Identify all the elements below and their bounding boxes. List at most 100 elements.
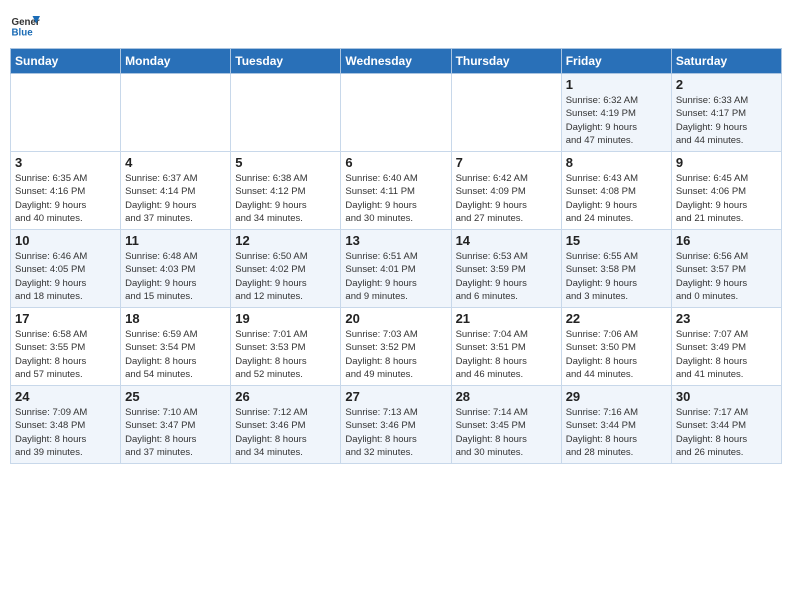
day-number: 25 bbox=[125, 389, 226, 404]
day-info: Sunrise: 6:33 AM Sunset: 4:17 PM Dayligh… bbox=[676, 94, 777, 147]
cell-3-0: 17Sunrise: 6:58 AM Sunset: 3:55 PM Dayli… bbox=[11, 308, 121, 386]
cell-3-6: 23 Sunrise: 7:07 AM Sunset: 3:49 PM Dayli… bbox=[671, 308, 781, 386]
cell-0-3 bbox=[341, 74, 451, 152]
header-tuesday: Tuesday bbox=[231, 49, 341, 74]
logo-icon: General Blue bbox=[10, 10, 40, 40]
day-info: Sunrise: 6:43 AM Sunset: 4:08 PM Dayligh… bbox=[566, 172, 667, 225]
cell-1-4: 7 Sunrise: 6:42 AM Sunset: 4:09 PM Daylig… bbox=[451, 152, 561, 230]
day-number: 22 bbox=[566, 311, 667, 326]
cell-2-2: 12 Sunrise: 6:50 AM Sunset: 4:02 PM Dayli… bbox=[231, 230, 341, 308]
day-info: Sunrise: 6:46 AM Sunset: 4:05 PM Dayligh… bbox=[15, 250, 116, 303]
cell-1-6: 9 Sunrise: 6:45 AM Sunset: 4:06 PM Daylig… bbox=[671, 152, 781, 230]
day-number: 21 bbox=[456, 311, 557, 326]
day-number: 9 bbox=[676, 155, 777, 170]
week-row-0: 1Sunrise: 6:32 AM Sunset: 4:19 PM Daylig… bbox=[11, 74, 782, 152]
day-info: Sunrise: 7:16 AM Sunset: 3:44 PM Dayligh… bbox=[566, 406, 667, 459]
day-info: Sunrise: 7:17 AM Sunset: 3:44 PM Dayligh… bbox=[676, 406, 777, 459]
day-number: 8 bbox=[566, 155, 667, 170]
day-info: Sunrise: 6:56 AM Sunset: 3:57 PM Dayligh… bbox=[676, 250, 777, 303]
day-number: 14 bbox=[456, 233, 557, 248]
cell-0-5: 1Sunrise: 6:32 AM Sunset: 4:19 PM Daylig… bbox=[561, 74, 671, 152]
header-monday: Monday bbox=[121, 49, 231, 74]
week-row-3: 17Sunrise: 6:58 AM Sunset: 3:55 PM Dayli… bbox=[11, 308, 782, 386]
day-number: 18 bbox=[125, 311, 226, 326]
svg-text:Blue: Blue bbox=[12, 28, 34, 39]
cell-4-4: 28 Sunrise: 7:14 AM Sunset: 3:45 PM Dayli… bbox=[451, 386, 561, 464]
cell-2-1: 11 Sunrise: 6:48 AM Sunset: 4:03 PM Dayli… bbox=[121, 230, 231, 308]
day-info: Sunrise: 6:45 AM Sunset: 4:06 PM Dayligh… bbox=[676, 172, 777, 225]
day-number: 12 bbox=[235, 233, 336, 248]
header-friday: Friday bbox=[561, 49, 671, 74]
day-info: Sunrise: 7:07 AM Sunset: 3:49 PM Dayligh… bbox=[676, 328, 777, 381]
cell-2-4: 14 Sunrise: 6:53 AM Sunset: 3:59 PM Dayli… bbox=[451, 230, 561, 308]
day-info: Sunrise: 7:04 AM Sunset: 3:51 PM Dayligh… bbox=[456, 328, 557, 381]
cell-3-5: 22 Sunrise: 7:06 AM Sunset: 3:50 PM Dayli… bbox=[561, 308, 671, 386]
day-info: Sunrise: 6:59 AM Sunset: 3:54 PM Dayligh… bbox=[125, 328, 226, 381]
day-info: Sunrise: 6:51 AM Sunset: 4:01 PM Dayligh… bbox=[345, 250, 446, 303]
day-number: 23 bbox=[676, 311, 777, 326]
day-info: Sunrise: 7:13 AM Sunset: 3:46 PM Dayligh… bbox=[345, 406, 446, 459]
day-number: 28 bbox=[456, 389, 557, 404]
cell-0-0 bbox=[11, 74, 121, 152]
day-number: 2 bbox=[676, 77, 777, 92]
day-info: Sunrise: 7:14 AM Sunset: 3:45 PM Dayligh… bbox=[456, 406, 557, 459]
day-number: 19 bbox=[235, 311, 336, 326]
cell-3-2: 19Sunrise: 7:01 AM Sunset: 3:53 PM Dayli… bbox=[231, 308, 341, 386]
day-number: 7 bbox=[456, 155, 557, 170]
day-number: 6 bbox=[345, 155, 446, 170]
day-info: Sunrise: 6:58 AM Sunset: 3:55 PM Dayligh… bbox=[15, 328, 116, 381]
cell-0-4 bbox=[451, 74, 561, 152]
day-number: 15 bbox=[566, 233, 667, 248]
day-info: Sunrise: 7:12 AM Sunset: 3:46 PM Dayligh… bbox=[235, 406, 336, 459]
cell-3-1: 18 Sunrise: 6:59 AM Sunset: 3:54 PM Dayli… bbox=[121, 308, 231, 386]
cell-1-0: 3Sunrise: 6:35 AM Sunset: 4:16 PM Daylig… bbox=[11, 152, 121, 230]
calendar-table: SundayMondayTuesdayWednesdayThursdayFrid… bbox=[10, 48, 782, 464]
logo: General Blue bbox=[10, 10, 40, 40]
day-info: Sunrise: 6:50 AM Sunset: 4:02 PM Dayligh… bbox=[235, 250, 336, 303]
cell-4-1: 25 Sunrise: 7:10 AM Sunset: 3:47 PM Dayli… bbox=[121, 386, 231, 464]
cell-0-1 bbox=[121, 74, 231, 152]
cell-1-3: 6 Sunrise: 6:40 AM Sunset: 4:11 PM Daylig… bbox=[341, 152, 451, 230]
day-number: 20 bbox=[345, 311, 446, 326]
day-info: Sunrise: 6:37 AM Sunset: 4:14 PM Dayligh… bbox=[125, 172, 226, 225]
cell-2-0: 10 Sunrise: 6:46 AM Sunset: 4:05 PM Dayli… bbox=[11, 230, 121, 308]
cell-3-3: 20 Sunrise: 7:03 AM Sunset: 3:52 PM Dayli… bbox=[341, 308, 451, 386]
day-info: Sunrise: 7:09 AM Sunset: 3:48 PM Dayligh… bbox=[15, 406, 116, 459]
cell-2-5: 15 Sunrise: 6:55 AM Sunset: 3:58 PM Dayli… bbox=[561, 230, 671, 308]
page: General Blue SundayMondayTuesdayWednesda… bbox=[0, 0, 792, 612]
week-row-2: 10 Sunrise: 6:46 AM Sunset: 4:05 PM Dayli… bbox=[11, 230, 782, 308]
cell-2-3: 13 Sunrise: 6:51 AM Sunset: 4:01 PM Dayli… bbox=[341, 230, 451, 308]
cell-4-0: 24 Sunrise: 7:09 AM Sunset: 3:48 PM Dayli… bbox=[11, 386, 121, 464]
day-info: Sunrise: 7:06 AM Sunset: 3:50 PM Dayligh… bbox=[566, 328, 667, 381]
day-number: 24 bbox=[15, 389, 116, 404]
header-thursday: Thursday bbox=[451, 49, 561, 74]
week-row-1: 3Sunrise: 6:35 AM Sunset: 4:16 PM Daylig… bbox=[11, 152, 782, 230]
day-info: Sunrise: 6:40 AM Sunset: 4:11 PM Dayligh… bbox=[345, 172, 446, 225]
day-info: Sunrise: 6:38 AM Sunset: 4:12 PM Dayligh… bbox=[235, 172, 336, 225]
cell-4-5: 29Sunrise: 7:16 AM Sunset: 3:44 PM Dayli… bbox=[561, 386, 671, 464]
day-info: Sunrise: 7:10 AM Sunset: 3:47 PM Dayligh… bbox=[125, 406, 226, 459]
day-info: Sunrise: 6:42 AM Sunset: 4:09 PM Dayligh… bbox=[456, 172, 557, 225]
day-info: Sunrise: 6:53 AM Sunset: 3:59 PM Dayligh… bbox=[456, 250, 557, 303]
cell-1-1: 4 Sunrise: 6:37 AM Sunset: 4:14 PM Daylig… bbox=[121, 152, 231, 230]
header-wednesday: Wednesday bbox=[341, 49, 451, 74]
cell-1-5: 8 Sunrise: 6:43 AM Sunset: 4:08 PM Daylig… bbox=[561, 152, 671, 230]
cell-4-6: 30 Sunrise: 7:17 AM Sunset: 3:44 PM Dayli… bbox=[671, 386, 781, 464]
header-row: SundayMondayTuesdayWednesdayThursdayFrid… bbox=[11, 49, 782, 74]
day-info: Sunrise: 7:03 AM Sunset: 3:52 PM Dayligh… bbox=[345, 328, 446, 381]
day-number: 10 bbox=[15, 233, 116, 248]
day-number: 30 bbox=[676, 389, 777, 404]
day-info: Sunrise: 6:55 AM Sunset: 3:58 PM Dayligh… bbox=[566, 250, 667, 303]
day-info: Sunrise: 6:48 AM Sunset: 4:03 PM Dayligh… bbox=[125, 250, 226, 303]
cell-0-6: 2 Sunrise: 6:33 AM Sunset: 4:17 PM Daylig… bbox=[671, 74, 781, 152]
cell-4-3: 27Sunrise: 7:13 AM Sunset: 3:46 PM Dayli… bbox=[341, 386, 451, 464]
day-number: 11 bbox=[125, 233, 226, 248]
header-sunday: Sunday bbox=[11, 49, 121, 74]
header: General Blue bbox=[10, 10, 782, 40]
day-number: 3 bbox=[15, 155, 116, 170]
day-number: 4 bbox=[125, 155, 226, 170]
day-number: 13 bbox=[345, 233, 446, 248]
day-info: Sunrise: 6:32 AM Sunset: 4:19 PM Dayligh… bbox=[566, 94, 667, 147]
cell-0-2 bbox=[231, 74, 341, 152]
cell-2-6: 16Sunrise: 6:56 AM Sunset: 3:57 PM Dayli… bbox=[671, 230, 781, 308]
